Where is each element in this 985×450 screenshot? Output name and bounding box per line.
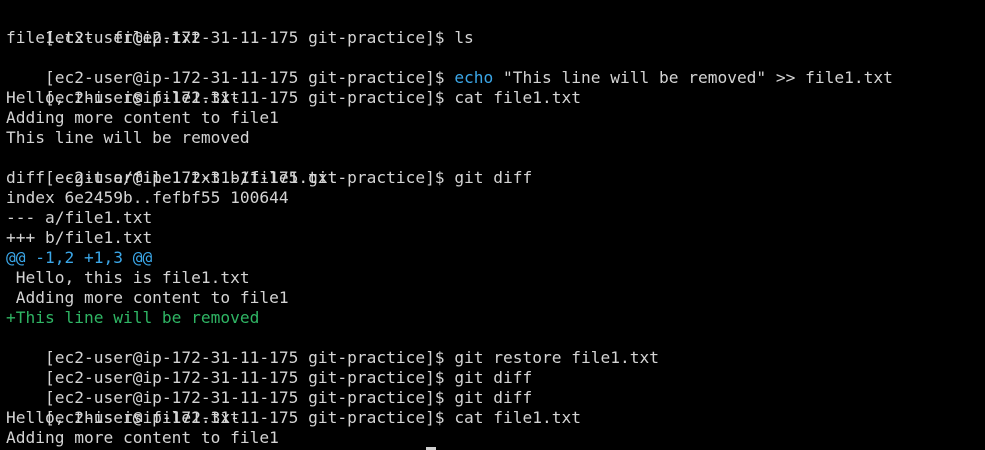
terminal-line: [ec2-user@ip-172-31-11-175 git-practice]… bbox=[6, 328, 985, 367]
shell-prompt: [ec2-user@ip-172-31-11-175 git-practice]… bbox=[44, 348, 445, 367]
terminal-output-line: file1.txt file2.txt bbox=[6, 28, 201, 47]
shell-prompt: [ec2-user@ip-172-31-11-175 git-practice]… bbox=[44, 388, 445, 407]
diff-index-line: index 6e2459b..fefbf55 100644 bbox=[6, 188, 289, 207]
terminal-output-line: Adding more content to file1 bbox=[6, 108, 279, 127]
terminal-line: [ec2-user@ip-172-31-11-175 git-practice]… bbox=[6, 148, 985, 187]
terminal-output-line: This line will be removed bbox=[6, 128, 250, 147]
terminal-line: [ec2-user@ip-172-31-11-175 git-practice]… bbox=[6, 8, 985, 47]
command-text: git diff bbox=[454, 388, 533, 407]
diff-added-line: +This line will be removed bbox=[6, 308, 260, 327]
command-text: git diff bbox=[454, 368, 533, 387]
command-text: git diff bbox=[454, 168, 533, 187]
diff-old-file-line: --- a/file1.txt bbox=[6, 208, 153, 227]
diff-context-line: Hello, this is file1.txt bbox=[6, 268, 250, 287]
diff-new-file-line: +++ b/file1.txt bbox=[6, 228, 153, 247]
command-text: "This line will be removed" >> file1.txt bbox=[493, 68, 893, 87]
terminal-window[interactable]: [ec2-user@ip-172-31-11-175 git-practice]… bbox=[0, 0, 985, 450]
command-keyword: echo bbox=[454, 68, 494, 87]
diff-context-line: Adding more content to file1 bbox=[6, 288, 289, 307]
command-text: cat file1.txt bbox=[454, 408, 582, 427]
diff-hunk-header: @@ -1,2 +1,3 @@ bbox=[6, 248, 153, 267]
terminal-output-line: Adding more content to file1 bbox=[6, 428, 279, 447]
command-text: git restore file1.txt bbox=[454, 348, 659, 367]
shell-prompt: [ec2-user@ip-172-31-11-175 git-practice]… bbox=[44, 368, 445, 387]
terminal-line: [ec2-user@ip-172-31-11-175 git-practice]… bbox=[6, 48, 985, 87]
command-text: cat file1.txt bbox=[454, 88, 582, 107]
shell-prompt: [ec2-user@ip-172-31-11-175 git-practice]… bbox=[44, 68, 445, 87]
command-text: ls bbox=[454, 28, 474, 47]
